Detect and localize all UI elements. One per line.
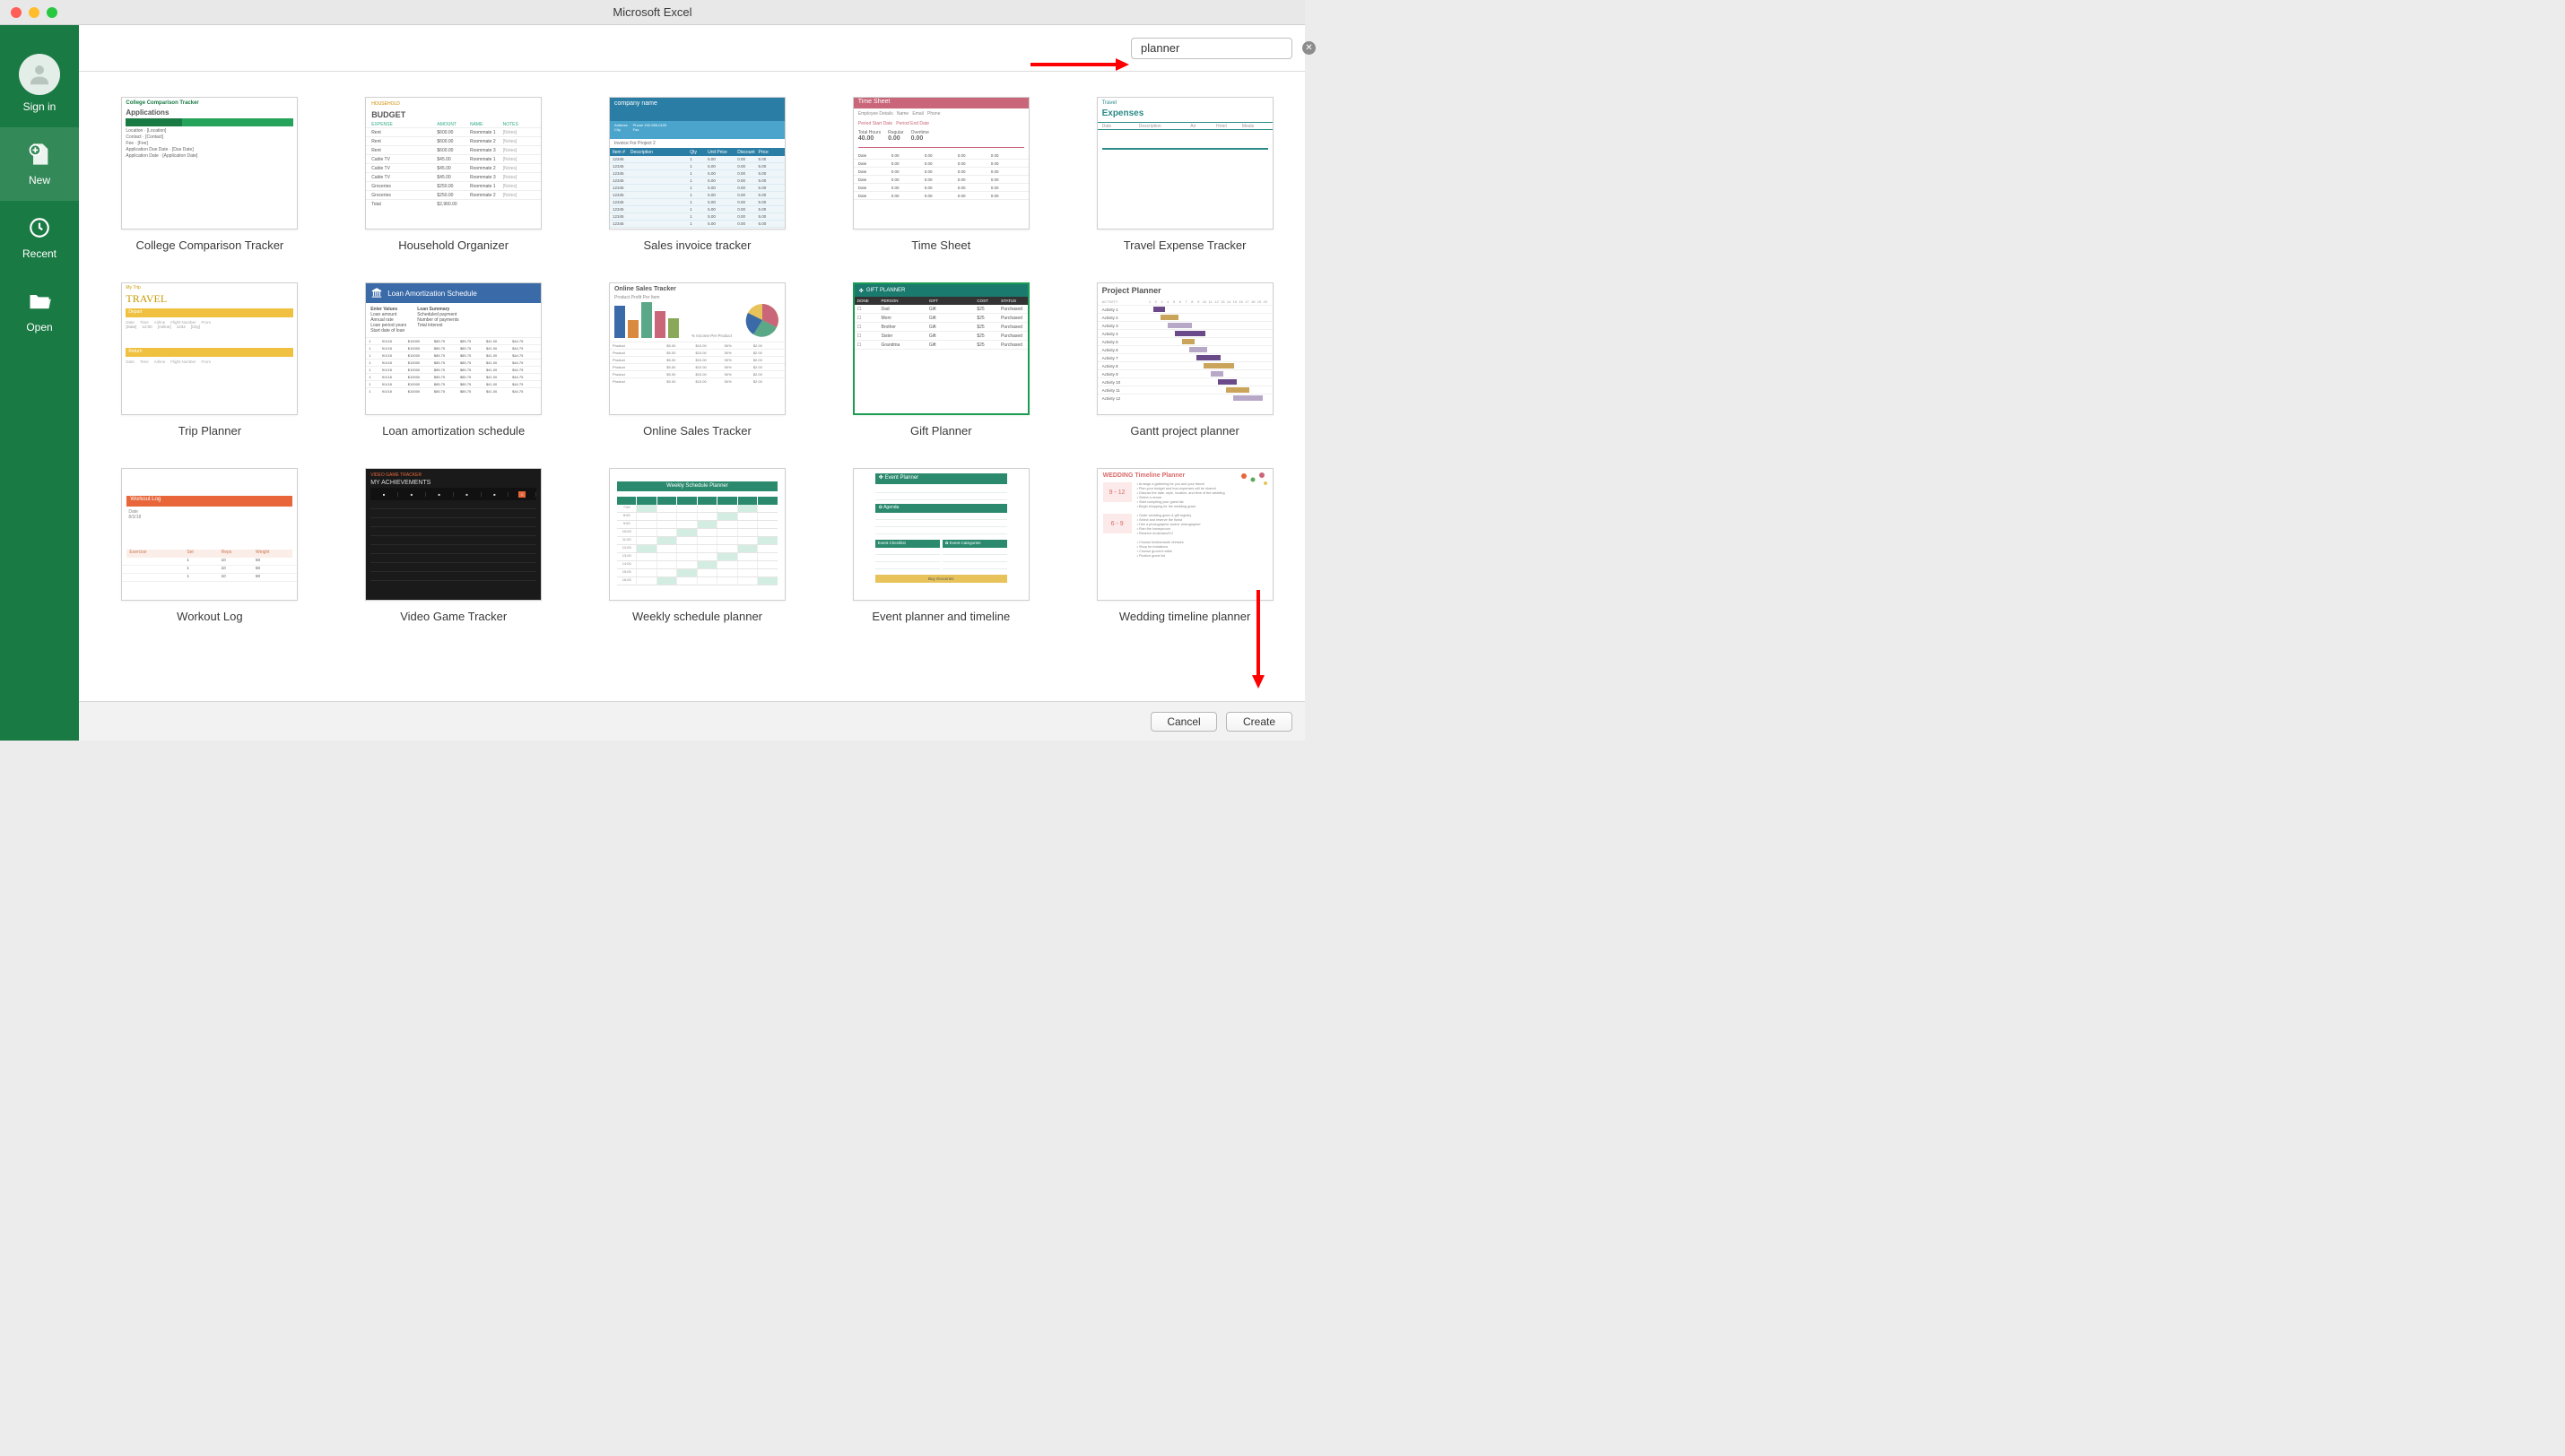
- template-card[interactable]: company name AddressCityPhone 432-555-01…: [603, 97, 793, 252]
- template-card[interactable]: Workout Log Date8/3/18 ExerciseSetRepsWe…: [115, 468, 305, 623]
- template-card[interactable]: Weekly Schedule Planner 7:008:009:0010:0…: [603, 468, 793, 623]
- window-title: Microsoft Excel: [0, 5, 1305, 19]
- zoom-window-button[interactable]: [47, 7, 57, 18]
- template-card[interactable]: College Comparison Tracker Applications …: [115, 97, 305, 252]
- new-file-icon: [25, 140, 54, 169]
- template-label: Time Sheet: [911, 238, 970, 252]
- template-thumbnail: My Trip TRAVEL Depart DateTimeAirlineFli…: [121, 282, 298, 415]
- template-thumbnail: Workout Log Date8/3/18 ExerciseSetRepsWe…: [121, 468, 298, 601]
- template-label: Workout Log: [177, 610, 242, 623]
- sidebar-item-open[interactable]: Open: [0, 274, 79, 348]
- main-area: ✕ College Comparison Tracker Application…: [79, 25, 1305, 741]
- sidebar-label: Open: [26, 321, 52, 334]
- template-thumbnail: Time Sheet Employee Details Name Email P…: [853, 97, 1030, 230]
- template-label: Loan amortization schedule: [382, 424, 525, 438]
- recent-icon: [25, 213, 54, 242]
- create-button[interactable]: Create: [1226, 712, 1292, 732]
- template-label: Travel Expense Tracker: [1124, 238, 1247, 252]
- sidebar: Sign in New Recent Open: [0, 25, 79, 741]
- template-thumbnail: company name AddressCityPhone 432-555-01…: [609, 97, 786, 230]
- template-label: Video Game Tracker: [400, 610, 507, 623]
- template-label: Gantt project planner: [1130, 424, 1239, 438]
- template-label: Sales invoice tracker: [644, 238, 752, 252]
- sidebar-item-new[interactable]: New: [0, 127, 79, 201]
- template-label: Online Sales Tracker: [643, 424, 752, 438]
- template-label: Household Organizer: [398, 238, 509, 252]
- search-box[interactable]: ✕: [1131, 38, 1292, 59]
- sidebar-label: New: [29, 174, 50, 186]
- annotation-arrow-icon: [1030, 57, 1129, 72]
- template-thumbnail: ✤ Event Planner ✿ Agenda Event Checklist…: [853, 468, 1030, 601]
- close-window-button[interactable]: [11, 7, 22, 18]
- template-label: College Comparison Tracker: [136, 238, 284, 252]
- template-card[interactable]: HOUSEHOLD BUDGET EXPENSEAMOUNTNAMENOTES …: [359, 97, 549, 252]
- template-thumbnail: Loan Amortization Schedule Enter ValuesL…: [365, 282, 542, 415]
- sidebar-item-recent[interactable]: Recent: [0, 201, 79, 274]
- template-thumbnail: Travel Expenses DateDescriptionAirHotelM…: [1097, 97, 1274, 230]
- search-row: ✕: [79, 25, 1305, 72]
- template-card[interactable]: ✤ Event Planner ✿ Agenda Event Checklist…: [846, 468, 1036, 623]
- template-card[interactable]: Project Planner ACTIVITY1234567891011121…: [1090, 282, 1280, 438]
- avatar-icon: [19, 54, 60, 95]
- folder-icon: [25, 287, 54, 316]
- template-thumbnail: VIDEO GAME TRACKER MY ACHIEVEMENTS ■■■■■…: [365, 468, 542, 601]
- template-thumbnail: Project Planner ACTIVITY1234567891011121…: [1097, 282, 1274, 415]
- template-thumbnail: HOUSEHOLD BUDGET EXPENSEAMOUNTNAMENOTES …: [365, 97, 542, 230]
- template-chooser-window: Microsoft Excel Sign in New Recent: [0, 0, 1305, 741]
- minimize-window-button[interactable]: [29, 7, 39, 18]
- sidebar-label: Recent: [22, 247, 57, 260]
- clear-search-button[interactable]: ✕: [1302, 41, 1316, 55]
- template-card[interactable]: WEDDING Timeline Planner 9 - 12 • Arrang…: [1090, 468, 1280, 623]
- template-label: Gift Planner: [910, 424, 972, 438]
- template-card[interactable]: Loan Amortization Schedule Enter ValuesL…: [359, 282, 549, 438]
- template-thumbnail: WEDDING Timeline Planner 9 - 12 • Arrang…: [1097, 468, 1274, 601]
- cancel-button[interactable]: Cancel: [1151, 712, 1217, 732]
- footer: Cancel Create: [79, 701, 1305, 741]
- template-label: Event planner and timeline: [872, 610, 1010, 623]
- template-thumbnail: Weekly Schedule Planner 7:008:009:0010:0…: [609, 468, 786, 601]
- template-card[interactable]: ✤ GIFT PLANNER DONEPERSONGIFTCOSTSTATUS …: [846, 282, 1036, 438]
- template-label: Trip Planner: [178, 424, 241, 438]
- template-card[interactable]: VIDEO GAME TRACKER MY ACHIEVEMENTS ■■■■■…: [359, 468, 549, 623]
- template-card[interactable]: Online Sales Tracker Product Profit Per …: [603, 282, 793, 438]
- sidebar-signin[interactable]: Sign in: [0, 41, 79, 127]
- template-thumbnail: Online Sales Tracker Product Profit Per …: [609, 282, 786, 415]
- titlebar: Microsoft Excel: [0, 0, 1305, 25]
- template-label: Wedding timeline planner: [1119, 610, 1250, 623]
- template-thumbnail: ✤ GIFT PLANNER DONEPERSONGIFTCOSTSTATUS …: [853, 282, 1030, 415]
- template-label: Weekly schedule planner: [632, 610, 762, 623]
- template-thumbnail: College Comparison Tracker Applications …: [121, 97, 298, 230]
- traffic-lights: [0, 7, 57, 18]
- template-card[interactable]: Time Sheet Employee Details Name Email P…: [846, 97, 1036, 252]
- template-gallery[interactable]: College Comparison Tracker Applications …: [79, 72, 1305, 701]
- template-card[interactable]: My Trip TRAVEL Depart DateTimeAirlineFli…: [115, 282, 305, 438]
- template-card[interactable]: Travel Expenses DateDescriptionAirHotelM…: [1090, 97, 1280, 252]
- sidebar-label: Sign in: [23, 100, 57, 113]
- search-input[interactable]: [1141, 41, 1299, 55]
